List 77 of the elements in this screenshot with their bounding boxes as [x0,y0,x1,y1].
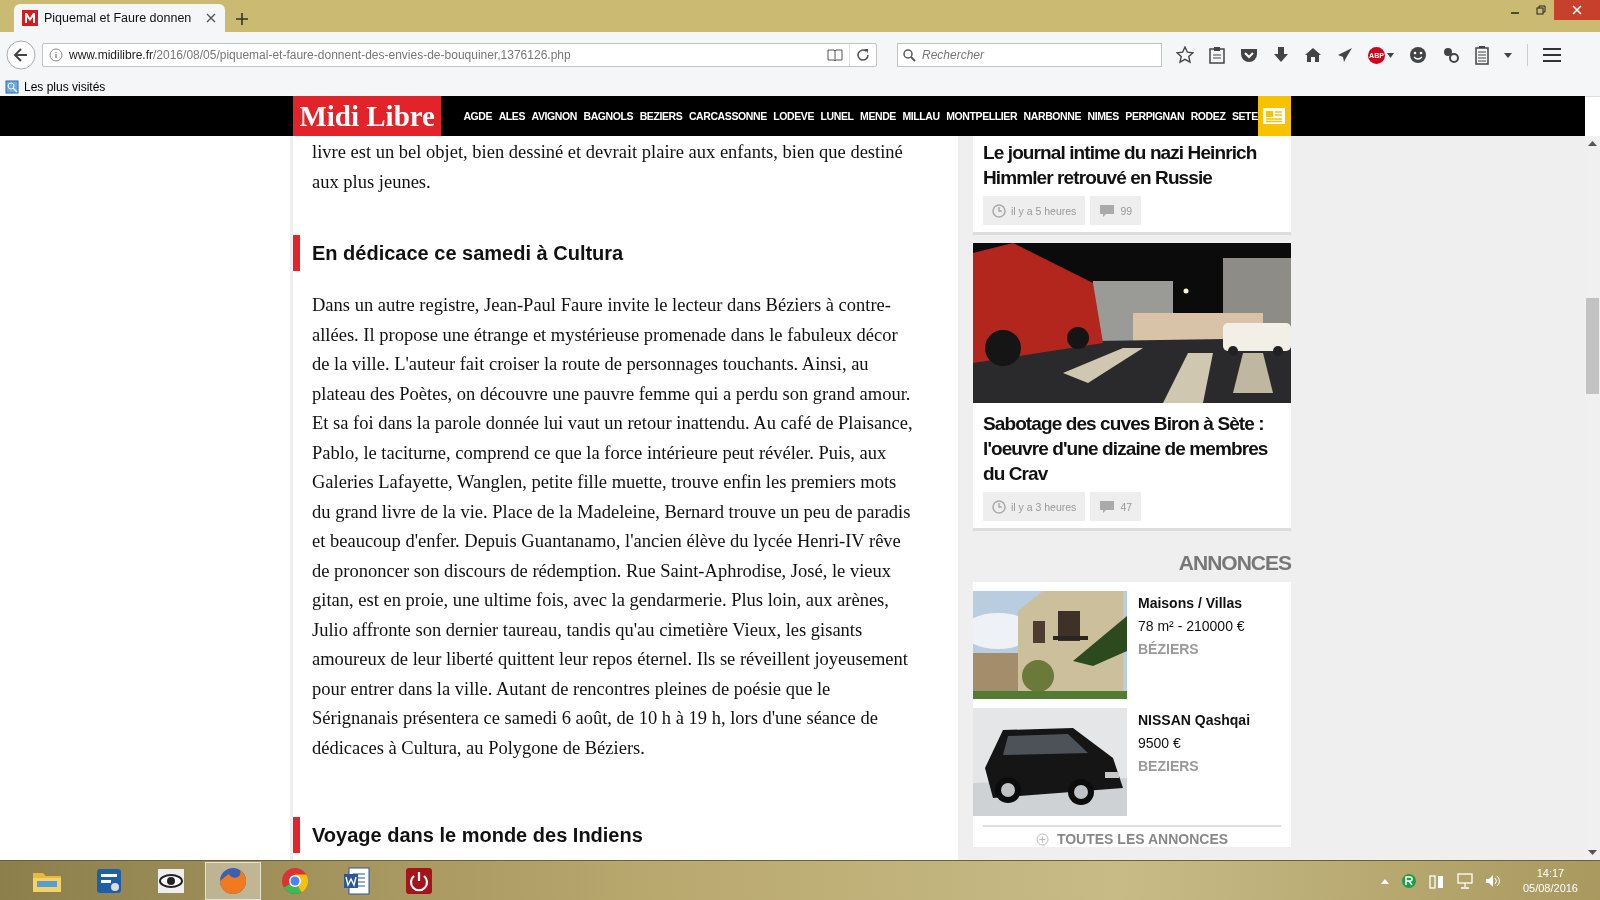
news-title[interactable]: Sabotage des cuves Biron à Sète : l'oeuvre d'une dizaine de membres du Crav [973,407,1291,486]
section-title: ANNONCES [1177,551,1291,575]
ad-detail: 9500 € [1138,735,1182,751]
clock-icon [992,203,1006,218]
newspaper-button[interactable] [1257,96,1291,136]
all-ads-link[interactable]: TOUTES LES ANNONCES [1056,831,1229,847]
nav-link[interactable]: BAGNOLS [583,110,634,122]
close-icon [1572,5,1582,15]
newspaper-icon [1262,107,1287,125]
caret-icon [1387,52,1394,58]
section-heading: En dédicace ce samedi à Cultura [293,235,918,271]
scroll-up-icon [1588,140,1597,146]
scrollbar-thumb[interactable] [1586,298,1599,394]
search-icon [903,49,916,62]
restore-icon[interactable] [1536,5,1546,15]
article-paragraph: Dans un autre registre, Jean-Paul Faure invite le lecteur dans Béziers à contre-allées. Il propose une étrange et mystérieuse promenade dans le fabuleux décor de la ville. L'auteur fait croiser la route de personnages touchants. Ainsi, au plateau des Poètes, on découvre une pauvre femme qui a perdu son grand amour. Et sa foi dans la parole donnée lui vaut un retour inattendu. Au café de Plaisance, Pablo, le taciturne, comprend ce que la force intérieure peut révéler. Puis, aux Galeries Lafayette, Wanglen, petite fille muette, trouve enfin les premiers mots du grand livre de la vie. Place de la Madeleine, Bernard trouve un peu de paradis et beaucoup d'enfer. Depuis Guantanamo, l'ancien élève du lycée Henri-IV rêve de prononcer son discours de rédemption. Rue Saint-Aphrodise, José, le vieux gitan, est en proie, une ultime fois, avec la gendarmerie. Plus loin, aux arènes, Julio affronte son dernier taureau, tandis qu'au cimetière Vieux, les gisants amoureux de leur liberté quittent leur repos éternel. Ils se réveillent joyeusement pour entrer dans la ville. Autant de rencontres pleines de poésie que le Sérignanais présentera ce samedi 6 août, de 10 h à 19 h, lors d'une séance de dédicaces à Cultura, au Polygone de Béziers. [312,294,914,760]
nav-link[interactable]: AVIGNON [531,110,577,122]
nav-link[interactable]: PERPIGNAN [1125,110,1185,122]
back-icon[interactable] [6,40,36,70]
bookmark-link[interactable]: Les plus visités [24,80,106,94]
comment-icon [1099,499,1116,514]
comment-icon [1099,203,1116,218]
nav-link[interactable]: NARBONNE [1023,110,1082,122]
search-field[interactable]: Rechercher [897,43,1162,67]
info-icon [49,48,63,62]
section-heading: Voyage dans le monde des Indiens [293,817,918,853]
firefox-icon [217,865,249,897]
nav-link[interactable]: MILLAU [902,110,940,122]
volume-icon[interactable] [1484,873,1501,889]
document-icon [341,865,373,897]
site-logo[interactable]: Midi Libre [293,96,442,136]
plus-circle-icon [1035,832,1049,846]
ad-location: BEZIERS [1138,758,1200,774]
article-paragraph: livre est un bel objet, bien dessiné et devrait plaire aux enfants, bien que destiné aux plus jeunes. [312,141,904,194]
nav-link[interactable]: RODEZ [1190,110,1226,122]
time-chip: il y a 3 heures [983,492,1086,521]
power-icon [403,865,435,897]
close-icon[interactable] [205,12,217,24]
favicon-icon [22,10,38,26]
time-chip: il y a 5 heures [983,196,1086,225]
nav-link[interactable]: LUNEL [820,110,854,122]
bookmark-folder-icon[interactable] [5,80,19,94]
nav-link[interactable]: SETE [1231,110,1258,122]
app-tray-icon[interactable] [1400,873,1417,889]
ad-location: BÉZIERS [1138,641,1200,657]
news-card[interactable]: Le journal intime du nazi Heinrich Himmler retrouvé en Russie il y a 5 heures 99 [973,136,1291,235]
pocket-icon[interactable] [1240,47,1258,63]
nav-link[interactable]: ALES [498,110,526,122]
download-icon[interactable] [1273,46,1289,64]
nav-link[interactable]: NIMES [1087,110,1119,122]
nav-link[interactable]: CARCASSONNE [688,110,767,122]
send-icon[interactable] [1337,47,1353,63]
menu-icon[interactable] [1543,48,1561,62]
clock-icon [992,499,1006,514]
chrome-icon [279,865,311,897]
address-field[interactable]: www.midilibre.fr/2016/08/05/piquemal-et-faure-donnent-des-envies-de-bouquiner,1376126.php [42,43,877,67]
ad-title[interactable]: NISSAN Qashqai [1138,712,1251,728]
scroll-down-icon [1588,850,1597,856]
clipboard-icon[interactable] [1209,46,1225,64]
smiley-icon[interactable] [1409,46,1427,64]
nav-link[interactable]: AGDE [463,110,493,122]
nav-link[interactable]: MONTPELLIER [946,110,1018,122]
nav-link[interactable]: MENDE [860,110,896,122]
caret-icon[interactable] [1504,52,1512,58]
home-icon[interactable] [1304,47,1322,63]
star-icon[interactable] [1176,46,1194,64]
news-card[interactable]: Sabotage des cuves Biron à Sète : l'oeuvre d'une dizaine de membres du Crav il y a 3 heures 47 [973,243,1291,531]
nav-link[interactable]: BEZIERS [639,110,683,122]
new-tab-icon[interactable] [235,12,249,26]
scrollbar[interactable] [1585,136,1600,860]
browser-tab[interactable]: Piquemal et Faure donnen [14,4,225,32]
reload-icon[interactable] [856,48,870,62]
ad-title[interactable]: Maisons / Villas [1138,595,1245,611]
nav-link[interactable]: LODEVE [773,110,815,122]
ad-detail: 78 m² - 210000 € [1138,618,1245,634]
news-title[interactable]: Le journal intime du nazi Heinrich Himmler retrouvé en Russie [973,136,1291,190]
reader-view-icon[interactable] [827,49,843,61]
